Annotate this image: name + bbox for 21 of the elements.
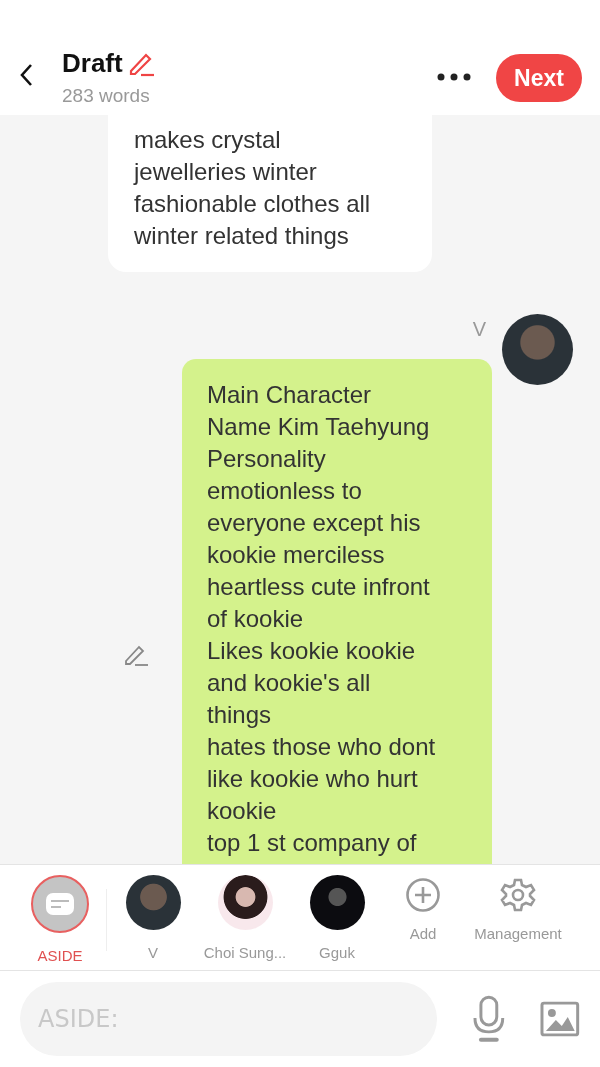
character-item[interactable]: ASIDE [14,875,106,964]
avatar [125,875,181,930]
character-item[interactable]: Add [383,877,463,942]
character-item[interactable]: Choi Sung... [199,875,291,961]
speaker-name: V [472,318,486,341]
draft-title: Draft [62,48,123,79]
back-button[interactable] [18,62,34,88]
plus-icon [405,877,441,913]
settings-icon [500,877,536,913]
message-bubble: makes crystal jewelleries winter fashionable clothes all winter related things [108,115,432,272]
message-bubble: Main Character Name Kim Taehyung Personality emotionless to everyone except his kookie merciless heartless cute infront of kookie Likes kookie kookie and kookie's all things hates those who dont like kookie who hurt kookie top 1 st company of [182,359,492,864]
word-count: 283 words [62,85,151,107]
more-icon[interactable] [436,72,472,82]
next-button[interactable]: Next [496,54,582,102]
back-icon [18,62,34,88]
avatar [309,875,365,930]
character-item[interactable]: Management [463,877,573,942]
character-item[interactable]: Gguk [291,875,383,961]
aside-icon [31,875,89,933]
character-item[interactable]: V [107,875,199,961]
image-icon[interactable] [540,1001,580,1037]
